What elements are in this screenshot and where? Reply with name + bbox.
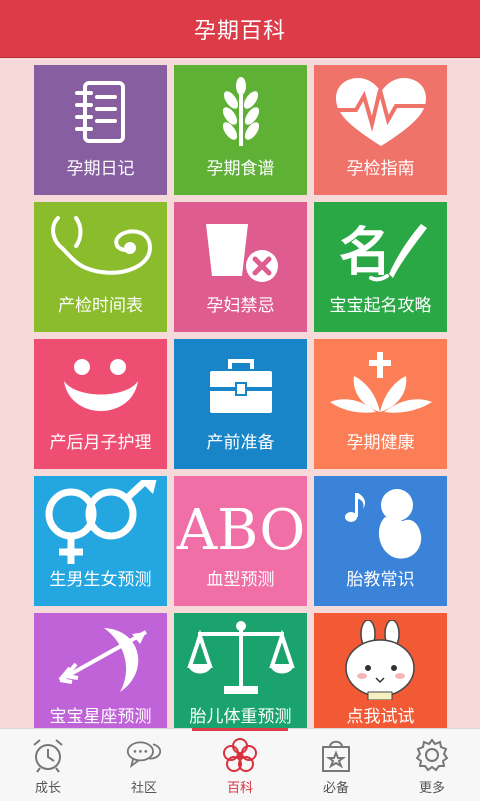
tile-label: 产前准备	[206, 433, 275, 453]
tile-label: 胎儿体重预测	[189, 707, 292, 727]
alarm-clock-icon	[30, 737, 66, 773]
tile-label: 血型预测	[206, 570, 275, 590]
chat-bubbles-icon	[126, 737, 162, 773]
tab-label: 百科	[226, 781, 253, 796]
tile-label: 宝宝起名攻略	[329, 296, 432, 316]
flower-icon	[222, 737, 258, 773]
tile-prenatal-education[interactable]: 胎教常识	[314, 476, 447, 606]
tile-label: 孕期食谱	[206, 159, 275, 179]
tile-baby-zodiac[interactable]: 宝宝星座预测	[34, 613, 167, 728]
tab-label: 社区	[130, 781, 157, 796]
sagittarius-icon	[34, 621, 167, 699]
tile-postpartum-care[interactable]: 产后月子护理	[34, 339, 167, 469]
smile-icon	[34, 347, 167, 425]
tab-label: 更多	[418, 781, 445, 796]
tab-label: 必备	[322, 781, 349, 796]
gender-icon	[34, 480, 167, 564]
tile-label: 点我试试	[346, 707, 415, 727]
bottom-tab-bar: 成长 社区 百科 必备 更多	[0, 728, 480, 801]
shopping-bag-icon	[318, 737, 354, 773]
tile-prenatal-prep[interactable]: 产前准备	[174, 339, 307, 469]
tile-label: 孕期健康	[346, 433, 415, 453]
tile-label: 宝宝星座预测	[49, 707, 152, 727]
stethoscope-icon	[34, 210, 167, 288]
tile-label: 孕检指南	[346, 159, 415, 179]
tab-label: 成长	[34, 781, 61, 796]
tab-growth[interactable]: 成长	[0, 729, 96, 801]
tile-pregnancy-taboos[interactable]: 孕妇禁忌	[174, 202, 307, 332]
page-title: 孕期百科	[193, 18, 286, 44]
tile-label: 产检时间表	[58, 296, 143, 316]
forbidden-cup-icon	[174, 210, 307, 288]
encyclopedia-grid: 孕期日记 孕期食谱 孕检指南 产检时间表 孕妇禁忌 名 宝宝起名攻略 产后月子护…	[0, 57, 480, 728]
abo-text: ABO	[176, 498, 305, 563]
title-bar: 孕期百科	[0, 0, 480, 57]
brush-name-icon: 名	[314, 210, 447, 288]
tab-essentials[interactable]: 必备	[288, 729, 384, 801]
abo-icon: ABO	[174, 484, 307, 563]
toolbox-icon	[174, 347, 307, 425]
tile-label: 孕期日记	[66, 159, 135, 179]
tile-label: 生男生女预测	[49, 570, 152, 590]
tab-encyclopedia[interactable]: 百科	[192, 728, 288, 801]
tab-more[interactable]: 更多	[384, 729, 480, 801]
svg-text:名: 名	[339, 222, 391, 283]
fetus-music-icon	[314, 484, 447, 562]
bunny-icon	[314, 620, 447, 700]
tile-checkup-guide[interactable]: 孕检指南	[314, 65, 447, 195]
gear-icon	[414, 737, 450, 773]
tab-community[interactable]: 社区	[96, 729, 192, 801]
tile-blood-type-prediction[interactable]: ABO 血型预测	[174, 476, 307, 606]
tile-pregnancy-diary[interactable]: 孕期日记	[34, 65, 167, 195]
tile-try-me[interactable]: 点我试试	[314, 613, 447, 728]
tile-label: 产后月子护理	[49, 433, 152, 453]
scale-icon	[174, 621, 307, 699]
tile-checkup-schedule[interactable]: 产检时间表	[34, 202, 167, 332]
lotus-cross-icon	[314, 347, 447, 425]
heartbeat-icon	[314, 73, 447, 151]
tile-pregnancy-health[interactable]: 孕期健康	[314, 339, 447, 469]
wheat-icon	[174, 73, 307, 151]
tile-label: 孕妇禁忌	[206, 296, 275, 316]
tile-pregnancy-recipes[interactable]: 孕期食谱	[174, 65, 307, 195]
notebook-icon	[34, 73, 167, 151]
tile-baby-naming[interactable]: 名 宝宝起名攻略	[314, 202, 447, 332]
tile-label: 胎教常识	[346, 570, 415, 590]
tile-gender-prediction[interactable]: 生男生女预测	[34, 476, 167, 606]
tile-fetal-weight[interactable]: 胎儿体重预测	[174, 613, 307, 728]
